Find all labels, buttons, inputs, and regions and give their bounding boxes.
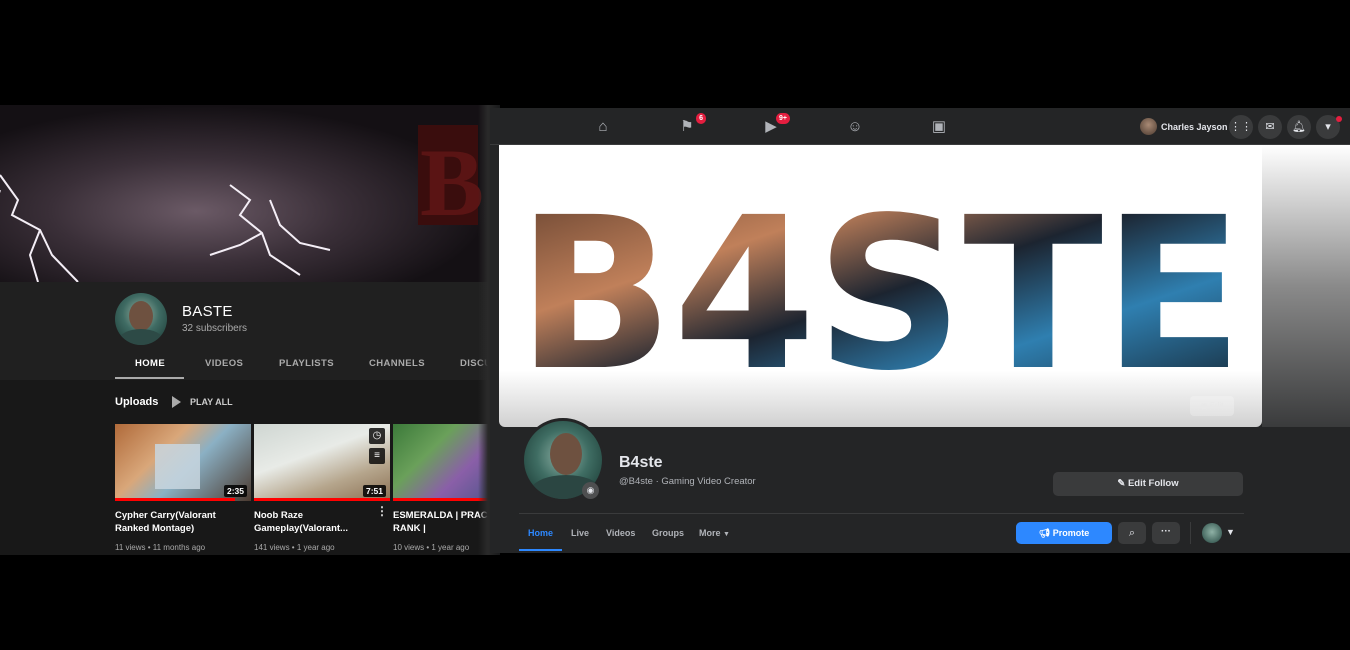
channel-name: BASTE <box>182 303 233 320</box>
tab-channels[interactable]: CHANNELS <box>369 358 425 369</box>
more-options-button[interactable]: ··· <box>1152 522 1180 544</box>
cover-title: B4STE <box>517 172 1243 417</box>
tab-more-label: More <box>699 528 721 538</box>
search-icon[interactable]: ⌕ <box>1118 522 1146 544</box>
edit-follow-button[interactable]: ✎ Edit Follow <box>1053 472 1243 496</box>
flag-icon[interactable]: ⚑ 6 <box>676 113 706 137</box>
user-avatar[interactable] <box>1140 118 1157 135</box>
video-title[interactable]: ESMERALDA | PRACT RANK | <box>393 509 490 537</box>
tab-home[interactable]: Home <box>528 528 553 538</box>
notification-dot <box>1336 116 1342 122</box>
tab-groups[interactable]: Groups <box>652 528 684 538</box>
edit-cover-label: Edit <box>1209 401 1224 410</box>
add-to-queue-icon[interactable]: ≡ <box>369 448 385 464</box>
video-thumbnail[interactable]: ◷ ≡ 7:51 <box>254 424 390 501</box>
user-name[interactable]: Charles Jayson <box>1161 122 1228 132</box>
watch-progress-bar <box>115 498 235 501</box>
megaphone-icon: 📢︎ <box>1038 528 1053 538</box>
video-title[interactable]: Noob Raze Gameplay(Valorant... <box>254 509 390 537</box>
svg-text:B: B <box>420 129 484 236</box>
channel-banner: B <box>0 105 490 282</box>
separator <box>1190 522 1191 544</box>
video-title[interactable]: Cypher Carry(Valorant Ranked Montage) <box>115 509 251 537</box>
chevron-down-icon: ▼ <box>723 531 730 538</box>
messenger-icon[interactable]: ✉ <box>1258 115 1282 139</box>
tab-live[interactable]: Live <box>571 528 589 538</box>
video-meta: 141 views • 1 year ago <box>254 543 335 552</box>
active-tab-indicator <box>115 377 184 379</box>
play-all-button[interactable]: PLAY ALL <box>190 397 233 407</box>
watch-later-icon[interactable]: ◷ <box>369 428 385 444</box>
groups-icon[interactable]: ☺ <box>844 117 866 137</box>
watch-progress-bar <box>393 498 490 501</box>
pencil-icon: ✎ <box>1117 478 1128 489</box>
video-duration: 7:51 <box>362 485 386 497</box>
uploads-heading: Uploads <box>115 396 159 408</box>
page-subtitle: @B4ste · Gaming Video Creator <box>619 476 756 487</box>
video-card[interactable]: 2:35 Cypher Carry(Valorant Ranked Montag… <box>115 424 251 552</box>
video-thumbnail[interactable] <box>393 424 490 501</box>
divider <box>519 513 1244 514</box>
more-actions-icon[interactable]: ⋮ <box>376 504 388 518</box>
watch-progress-bar <box>254 498 390 501</box>
bell-icon[interactable]: 🔔︎ <box>1287 115 1311 139</box>
camera-icon[interactable]: ◉ <box>582 482 599 499</box>
home-icon[interactable]: ⌂ <box>592 117 614 137</box>
notification-badge: 6 <box>696 113 706 124</box>
tab-home[interactable]: HOME <box>135 358 165 369</box>
active-tab-indicator <box>519 549 562 551</box>
video-duration: 2:35 <box>223 485 247 497</box>
watch-icon[interactable]: ▶ 9+ <box>760 113 790 137</box>
video-meta: 10 views • 1 year ago <box>393 543 470 552</box>
promote-button[interactable]: 📢︎ Promote <box>1016 522 1112 544</box>
promote-label: Promote <box>1052 528 1090 538</box>
notification-badge: 9+ <box>776 113 790 124</box>
subscriber-count: 32 subscribers <box>182 323 248 334</box>
video-card[interactable]: ◷ ≡ 7:51 Noob Raze Gameplay(Valorant... … <box>254 424 390 552</box>
gaming-icon[interactable]: ▣ <box>928 117 950 137</box>
cover-photo: B4STE <box>499 145 1262 427</box>
smoke-orb <box>155 444 200 489</box>
video-thumbnail[interactable]: 2:35 <box>115 424 251 501</box>
tab-videos[interactable]: Videos <box>606 528 635 538</box>
camera-icon: ◉ <box>1200 401 1210 410</box>
tab-playlists[interactable]: PLAYLISTS <box>279 358 334 369</box>
edit-follow-label: Edit Follow <box>1127 478 1179 489</box>
facebook-page-panel: ⌂ ⚑ 6 ▶ 9+ ☺ ▣ Charles Jayson ⋮⋮ ✉ 🔔︎ ▾ … <box>490 108 1350 553</box>
page-name: B4ste <box>619 454 663 471</box>
tab-videos[interactable]: VIDEOS <box>205 358 243 369</box>
cover-side-fade <box>1262 145 1350 427</box>
edit-cover-button[interactable]: ◉ Edit <box>1190 396 1234 416</box>
play-icon[interactable] <box>172 396 181 408</box>
youtube-channel-panel: B BASTE 32 subscribers HOME VIDEOS PLAYL… <box>0 105 490 555</box>
video-card[interactable]: ESMERALDA | PRACT RANK | 10 views • 1 ye… <box>393 424 490 552</box>
page-switcher-avatar[interactable] <box>1202 523 1222 543</box>
menu-grid-icon[interactable]: ⋮⋮ <box>1229 115 1253 139</box>
channel-avatar[interactable] <box>115 293 167 345</box>
tab-more[interactable]: More ▼ <box>699 528 730 538</box>
caret-down-icon[interactable]: ▼ <box>1226 527 1235 537</box>
video-meta: 11 views • 11 months ago <box>115 543 206 552</box>
